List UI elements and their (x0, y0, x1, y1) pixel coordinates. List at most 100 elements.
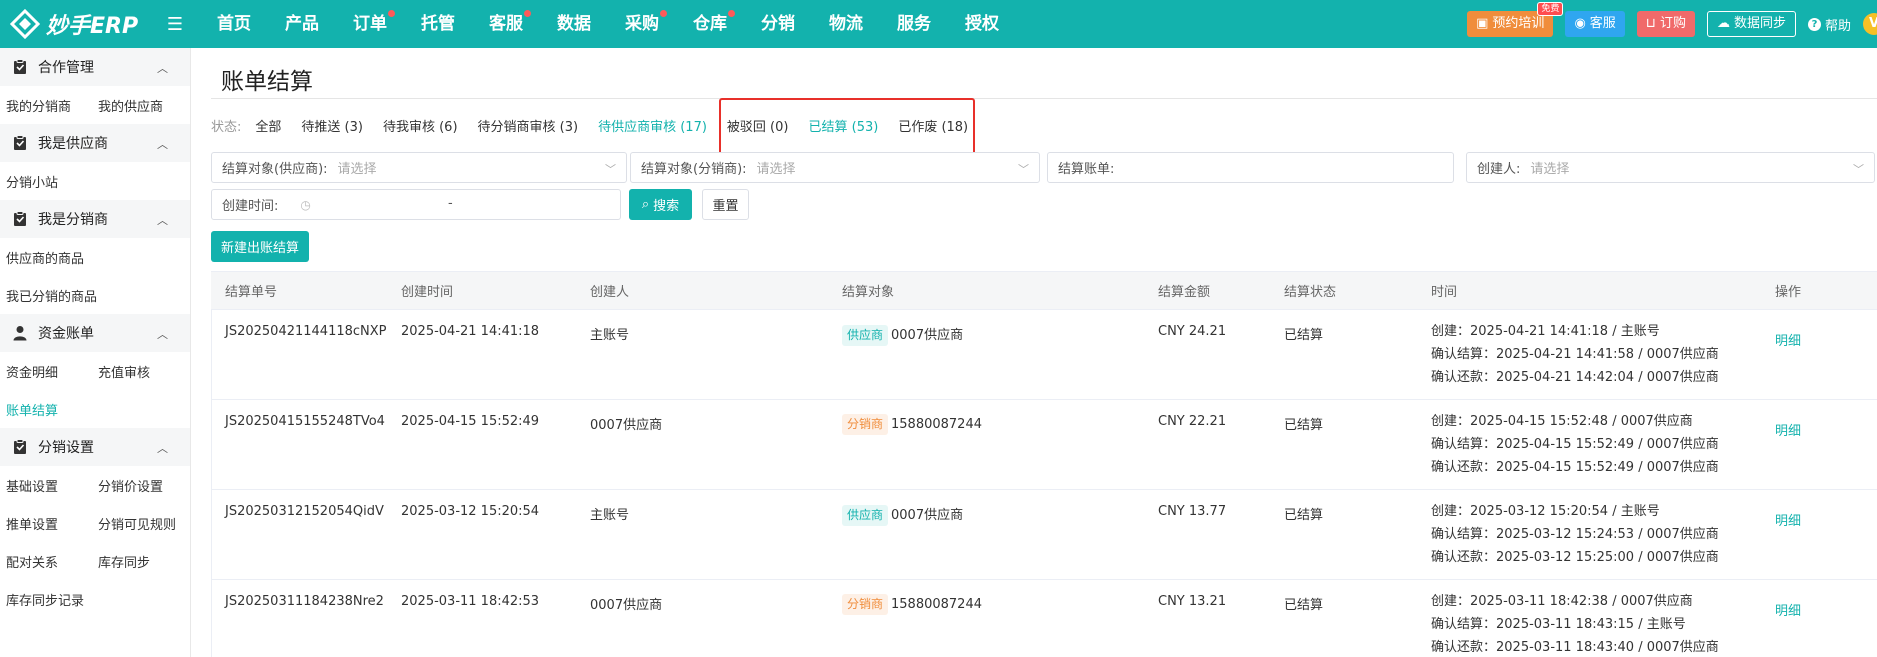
supplier-select-placeholder: 请选择 (337, 162, 377, 177)
chevron-up-icon: ︿ (157, 214, 168, 227)
help-link[interactable]: ? 帮助 (1807, 15, 1851, 34)
settlement-amount: CNY 24.21 (1158, 324, 1227, 339)
sidebar-group-4[interactable]: 分销设置 ︿ (0, 428, 190, 466)
timeline-entry: 创建：2025-04-21 14:41:18 / 主账号 (1431, 324, 1660, 339)
menu-toggle-icon[interactable]: ☰ (160, 14, 190, 35)
timeline-entry: 确认还款：2025-03-12 15:25:00 / 0007供应商 (1431, 550, 1719, 565)
timeline-entry: 确认还款：2025-04-21 14:42:04 / 0007供应商 (1431, 370, 1719, 385)
sidebar-item[interactable]: 推单设置 (6, 514, 98, 533)
nav-item-label: 托管 (421, 14, 455, 34)
sidebar-item[interactable]: 库存同步 (98, 552, 190, 571)
sidebar-row: 我的分销商 我的供应商 (0, 86, 190, 124)
sidebar-item[interactable]: 分销小站 (6, 172, 98, 191)
nav-item-10[interactable]: 服务 (880, 0, 948, 48)
detail-link[interactable]: 明细 (1775, 334, 1801, 349)
column-header: 时间 (1431, 285, 1458, 300)
creator-select[interactable]: 创建人: 请选择 ﹀ (1466, 152, 1875, 183)
detail-link[interactable]: 明细 (1775, 604, 1801, 619)
status-tab-3[interactable]: 待分销商审核 (3) (478, 116, 579, 135)
nav-item-9[interactable]: 物流 (812, 0, 880, 48)
sidebar-item[interactable]: 供应商的商品 (6, 248, 186, 267)
sidebar-item[interactable]: 资金明细 (6, 362, 98, 381)
sidebar-item[interactable]: 基础设置 (6, 476, 98, 495)
search-button-label: 搜索 (653, 199, 680, 214)
sidebar-row: 账单结算 (0, 390, 190, 428)
target-type-tag: 分销商 (842, 414, 889, 435)
nav-item-6[interactable]: 采购 (608, 0, 676, 48)
nav-item-3[interactable]: 托管 (404, 0, 472, 48)
status-tab-1[interactable]: 待推送 (3) (301, 116, 363, 135)
service-button[interactable]: ◉ 客服 (1565, 11, 1625, 37)
sidebar-item[interactable]: 我的供应商 (98, 96, 190, 115)
status-label: 状态: (211, 120, 242, 135)
column-header: 创建时间 (401, 285, 454, 300)
timeline-entry: 确认结算：2025-04-21 14:41:58 / 0007供应商 (1431, 347, 1719, 362)
reset-button[interactable]: 重置 (702, 189, 749, 220)
top-navigation-bar: 妙手ERP ☰ 首页 产品 订单 托管 客服 数据 采购 仓库 分销 物流 服务 授权 ▣ 预约培训 … (0, 0, 1877, 48)
chevron-up-icon: ︿ (157, 138, 168, 151)
supplier-select-label: 结算对象(供应商): (222, 162, 328, 177)
sidebar-group-2[interactable]: 我是分销商 ︿ (0, 200, 190, 238)
main-content: 账单结算 状态: 全部 待推送 (3) 待我审核 (6) 待分销商审核 (3) 待供应商… (191, 48, 1877, 657)
nav-item-label: 数据 (557, 14, 591, 34)
new-settlement-button[interactable]: 新建出账结算 (211, 231, 309, 262)
chat-icon: ▣ (1476, 16, 1489, 31)
sidebar-group-3[interactable]: 资金账单 ︿ (0, 314, 190, 352)
nav-item-7[interactable]: 仓库 (676, 0, 744, 48)
detail-link[interactable]: 明细 (1775, 514, 1801, 529)
settlement-amount: CNY 22.21 (1158, 414, 1227, 429)
nav-item-4[interactable]: 客服 (472, 0, 540, 48)
sidebar-row: 分销小站 (0, 162, 190, 200)
bill-input[interactable]: 结算账单: (1047, 152, 1454, 183)
supplier-select[interactable]: 结算对象(供应商): 请选择 ﹀ (211, 152, 627, 183)
data-sync-button[interactable]: ☁ 数据同步 (1706, 11, 1796, 37)
vip-badge[interactable]: V (1863, 13, 1877, 35)
settlement-id: JS20250421144118cNXP (225, 324, 387, 339)
nav-item-8[interactable]: 分销 (744, 0, 812, 48)
distributor-select-label: 结算对象(分销商): (641, 162, 747, 177)
target-type-tag: 分销商 (842, 594, 889, 615)
nav-item-1[interactable]: 产品 (268, 0, 336, 48)
status-tab-2[interactable]: 待我审核 (6) (383, 116, 458, 135)
sidebar-item[interactable]: 账单结算 (6, 400, 98, 419)
sidebar-item[interactable]: 分销可见规则 (98, 514, 190, 533)
nav-item-11[interactable]: 授权 (948, 0, 1016, 48)
target-name: 15880087244 (891, 597, 982, 612)
sidebar-item[interactable]: 配对关系 (6, 552, 98, 571)
sidebar-item[interactable]: 库存同步记录 (6, 590, 186, 609)
main-nav: 首页 产品 订单 托管 客服 数据 采购 仓库 分销 物流 服务 授权 (200, 0, 1016, 48)
settlement-status: 已结算 (1284, 598, 1324, 613)
search-button[interactable]: ⌕ 搜索 (629, 189, 692, 220)
nav-item-label: 首页 (217, 14, 251, 34)
sidebar-item[interactable]: 分销价设置 (98, 476, 190, 495)
logo[interactable]: 妙手ERP (0, 8, 160, 40)
created-time-range[interactable]: 创建时间: ◷ - (211, 189, 621, 220)
distributor-select[interactable]: 结算对象(分销商): 请选择 ﹀ (630, 152, 1040, 183)
cloud-icon: ☁ (1716, 16, 1730, 31)
detail-link[interactable]: 明细 (1775, 424, 1801, 439)
settlement-status: 已结算 (1284, 418, 1324, 433)
status-tab-4[interactable]: 待供应商审核 (17) (598, 116, 707, 135)
training-button[interactable]: ▣ 预约培训 免费 (1467, 2, 1564, 37)
clipboard-icon (12, 59, 28, 75)
status-tab-0[interactable]: 全部 (255, 116, 281, 135)
order-button[interactable]: ⊔ 订购 (1636, 11, 1695, 37)
distributor-select-placeholder: 请选择 (756, 162, 796, 177)
column-header: 创建人 (590, 285, 630, 300)
sidebar-group-0[interactable]: 合作管理 ︿ (0, 48, 190, 86)
sidebar-item[interactable]: 充值审核 (98, 362, 190, 381)
nav-item-label: 物流 (829, 14, 863, 34)
target-name: 0007供应商 (891, 508, 964, 523)
created-time-label: 创建时间: (222, 199, 279, 214)
nav-item-0[interactable]: 首页 (200, 0, 268, 48)
sidebar-group-1[interactable]: 我是供应商 ︿ (0, 124, 190, 162)
sidebar-item[interactable]: 我已分销的商品 (6, 286, 186, 305)
nav-item-2[interactable]: 订单 (336, 0, 404, 48)
nav-item-label: 采购 (625, 14, 659, 34)
sidebar-group-title: 我是供应商 (38, 136, 108, 152)
nav-item-5[interactable]: 数据 (540, 0, 608, 48)
logo-diamond-icon (10, 9, 40, 39)
creator: 0007供应商 (590, 598, 663, 613)
sidebar-row: 基础设置 分销价设置 (0, 466, 190, 504)
sidebar-item[interactable]: 我的分销商 (6, 96, 98, 115)
